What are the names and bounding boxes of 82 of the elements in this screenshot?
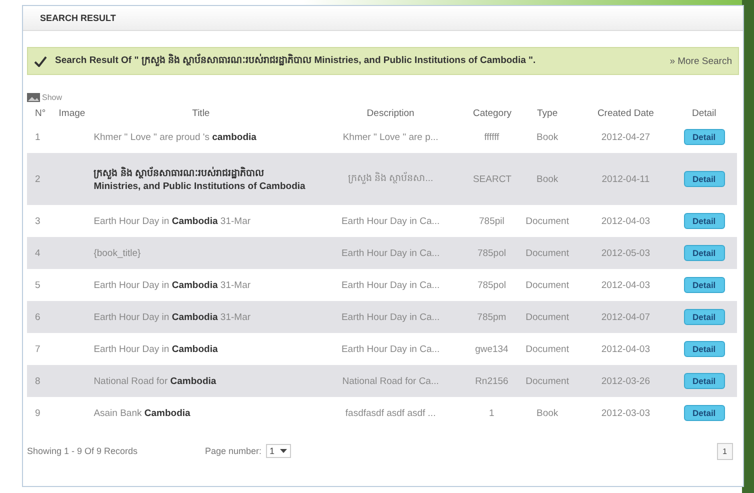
- table-cell: Rn2156: [468, 365, 514, 397]
- column-header: Type: [536, 106, 559, 120]
- detail-button[interactable]: Detail: [684, 405, 725, 421]
- panel-title: SEARCH RESULT: [40, 13, 116, 23]
- detail-button[interactable]: Detail: [684, 213, 725, 229]
- table-cell: 9: [27, 397, 54, 429]
- table-cell: 8: [27, 365, 54, 397]
- table-cell: ក្រសួង និង ស្ថាប័នសាធារណៈរបស់រាជរដ្ឋាភិបាល Ministries, and Public Institutions of Cambodia: [90, 153, 312, 205]
- table-cell: 2012-03-03: [580, 397, 672, 429]
- page-button[interactable]: 1: [716, 442, 733, 460]
- detail-button[interactable]: Detail: [684, 129, 725, 145]
- table-cell: 3: [27, 205, 54, 237]
- table-cell: Document: [514, 269, 580, 301]
- table-cell: National Road for Cambodia: [90, 365, 312, 397]
- table-cell: Earth Hour Day in Ca...: [312, 237, 469, 269]
- table-cell: 2012-03-26: [580, 365, 672, 397]
- table-cell: 1: [27, 121, 54, 153]
- table-cell: Document: [514, 365, 580, 397]
- table-cell: 2012-04-03: [580, 205, 672, 237]
- detail-button[interactable]: Detail: [684, 171, 725, 187]
- table-cell: 785pm: [468, 301, 514, 333]
- table-cell: Earth Hour Day in Cambodia: [90, 333, 312, 365]
- table-cell: Khmer " Love " are p...: [312, 121, 469, 153]
- table-cell: ក្រសួង និង ស្ថាប័នសា...: [312, 153, 469, 205]
- table-cell: 2: [27, 153, 54, 205]
- table-cell: 7: [27, 333, 54, 365]
- detail-button[interactable]: Detail: [684, 245, 725, 261]
- table-cell: 5: [27, 269, 54, 301]
- table-cell: Document: [514, 205, 580, 237]
- detail-button[interactable]: Detail: [684, 277, 725, 293]
- column-header: Description: [366, 106, 416, 120]
- detail-button[interactable]: Detail: [684, 309, 725, 325]
- detail-button[interactable]: Detail: [684, 373, 725, 389]
- table-cell: 2012-04-07: [580, 301, 672, 333]
- check-icon: [34, 56, 47, 66]
- image-icon: [27, 92, 40, 102]
- table-cell: Khmer " Love " are proud 's cambodia: [90, 121, 312, 153]
- column-header: N°: [34, 106, 47, 120]
- table-cell: 4: [27, 237, 54, 269]
- banner-text: Search Result Of " ក្រសួង និង ស្ថាប័នសាធារណៈរបស់រាជរដ្ឋាភិបាល Ministries, and Public Institutions of Cambodia ".: [55, 54, 537, 68]
- table-cell: Earth Hour Day in Cambodia 31-Mar: [90, 205, 312, 237]
- table-cell: Asain Bank Cambodia: [90, 397, 312, 429]
- table-cell: 785pil: [468, 205, 514, 237]
- table-cell: {book_title}: [90, 237, 312, 269]
- caret-icon: [280, 449, 287, 453]
- column-header: Category: [472, 106, 513, 120]
- table-cell: ffffff: [468, 121, 514, 153]
- table-cell: Document: [514, 333, 580, 365]
- table-cell: 785pol: [468, 237, 514, 269]
- table-cell: 2012-04-11: [580, 153, 672, 205]
- table-cell: Book: [514, 121, 580, 153]
- table-cell: 2012-04-03: [580, 333, 672, 365]
- page-select[interactable]: 1: [266, 444, 291, 458]
- table-cell: National Road for Ca...: [312, 365, 469, 397]
- table-cell: gwe134: [468, 333, 514, 365]
- records-summary: Showing 1 - 9 Of 9 Records: [27, 446, 139, 456]
- column-header: Created Date: [596, 106, 655, 120]
- table-cell: Earth Hour Day in Ca...: [312, 269, 469, 301]
- table-cell: 2012-05-03: [580, 237, 672, 269]
- table-cell: 1: [468, 397, 514, 429]
- detail-button[interactable]: Detail: [684, 341, 725, 357]
- table-cell: fasdfasdf asdf asdf ...: [312, 397, 469, 429]
- more-search-link[interactable]: » More Search: [670, 56, 732, 66]
- table-cell: Earth Hour Day in Cambodia 31-Mar: [90, 301, 312, 333]
- table-cell: Book: [514, 153, 580, 205]
- table-cell: Book: [514, 397, 580, 429]
- column-header: Detail: [690, 106, 718, 120]
- table-cell: Earth Hour Day in Cambodia 31-Mar: [90, 269, 312, 301]
- table-cell: 2012-04-27: [580, 121, 672, 153]
- table-cell: Earth Hour Day in Ca...: [312, 333, 469, 365]
- table-cell: 785pol: [468, 269, 514, 301]
- column-header: Image: [58, 106, 86, 120]
- column-header: Title: [191, 106, 211, 120]
- table-cell: SEARCT: [468, 153, 514, 205]
- table-cell: 2012-04-03: [580, 269, 672, 301]
- table-cell: Document: [514, 237, 580, 269]
- show-link[interactable]: Show: [42, 92, 62, 102]
- table-cell: Earth Hour Day in Ca...: [312, 205, 469, 237]
- table-cell: 6: [27, 301, 54, 333]
- table-cell: Document: [514, 301, 580, 333]
- table-cell: Earth Hour Day in Ca...: [312, 301, 469, 333]
- page-number-label: Page number:: [205, 446, 262, 456]
